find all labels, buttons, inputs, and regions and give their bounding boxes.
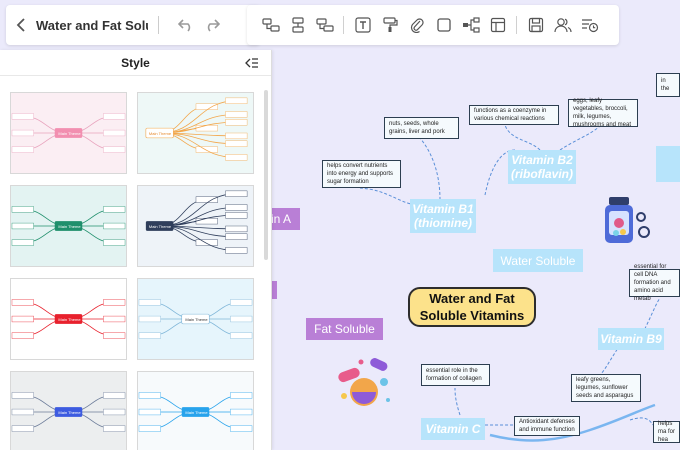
relationship-button[interactable] bbox=[457, 5, 484, 45]
theme-center-label: Main Theme bbox=[58, 410, 81, 415]
collapse-panel-icon[interactable] bbox=[245, 56, 259, 70]
theme-center-label: Main Theme bbox=[58, 317, 81, 322]
b9-sources-leaf[interactable]: leafy greens, legumes, sunflower seeds a… bbox=[571, 374, 641, 402]
title-bar: Water and Fat Solu... bbox=[6, 5, 260, 45]
back-button[interactable] bbox=[6, 5, 36, 45]
theme-thumbnail-light-blue[interactable]: Main Theme bbox=[137, 371, 254, 450]
theme-center-label: Main Theme bbox=[185, 410, 208, 415]
center-topic[interactable]: Water and Fat Soluble Vitamins bbox=[408, 287, 536, 327]
theme-center-label: Main Theme bbox=[58, 224, 81, 229]
style-panel: Style Main Theme Main Theme Main Theme Main… bbox=[0, 50, 272, 450]
divider bbox=[158, 16, 159, 34]
chevron-left-icon bbox=[16, 18, 25, 32]
b1-sources-leaf[interactable]: nuts, seeds, whole grains, liver and por… bbox=[384, 117, 459, 139]
b1-function-leaf[interactable]: helps convert nutrients into energy and … bbox=[322, 160, 401, 188]
document-title[interactable]: Water and Fat Solu... bbox=[36, 18, 148, 33]
redo-icon bbox=[207, 19, 220, 32]
theme-center-label: Main Theme bbox=[185, 317, 208, 322]
c-defense-leaf[interactable]: Antioxidant defenses and immune function bbox=[514, 416, 580, 436]
main-toolbar bbox=[247, 5, 619, 45]
b9-function-leaf[interactable]: essential for cell DNA formation and ami… bbox=[629, 264, 680, 302]
text-button[interactable] bbox=[349, 5, 376, 45]
theme-thumbnail-navy-floral[interactable]: Main Theme bbox=[137, 185, 254, 267]
style-panel-title: Style bbox=[121, 55, 150, 70]
theme-thumbnail-green-teal[interactable]: Main Theme bbox=[10, 185, 127, 267]
pill-bottle-illustration bbox=[600, 195, 652, 247]
redo-button[interactable] bbox=[199, 5, 225, 45]
theme-thumbnail-pink-floral[interactable]: Main Theme bbox=[10, 92, 127, 174]
vitamin-b2-node[interactable]: Vitamin B2 (riboflavin) bbox=[508, 150, 576, 184]
add-topic-button[interactable] bbox=[257, 5, 284, 45]
vitamin-c-node[interactable]: Vitamin C bbox=[421, 418, 485, 440]
floating-topic-icon bbox=[315, 18, 334, 32]
subtopic-icon bbox=[291, 17, 304, 33]
b2-function-leaf[interactable]: functions as a coenzyme in various chemi… bbox=[469, 105, 559, 125]
divider bbox=[516, 16, 517, 34]
layout-button[interactable] bbox=[484, 5, 511, 45]
relationship-icon bbox=[462, 17, 480, 33]
attachment-icon bbox=[410, 18, 424, 33]
layout-icon bbox=[490, 17, 505, 33]
shape-button[interactable] bbox=[430, 5, 457, 45]
vitamin-b9-node[interactable]: Vitamin B9 bbox=[598, 328, 664, 350]
save-icon bbox=[528, 17, 543, 33]
theme-center-label: Main Theme bbox=[148, 224, 172, 229]
c-right-leaf[interactable]: helps ma for hea bbox=[653, 421, 680, 443]
theme-thumbnail-teal-organic[interactable]: Main Theme bbox=[137, 92, 254, 174]
top-right-leaf[interactable]: in the bbox=[656, 73, 680, 97]
undo-icon bbox=[178, 19, 191, 32]
fat-soluble-node[interactable]: Fat Soluble bbox=[306, 318, 383, 340]
floating-topic-button[interactable] bbox=[311, 5, 338, 45]
b2-sources-leaf[interactable]: eggs, leafy vegetables, broccoli, milk, … bbox=[568, 98, 638, 128]
vitamin-b1-node[interactable]: Vitamin B1 (thiomine) bbox=[410, 199, 476, 233]
undo-button[interactable] bbox=[173, 5, 199, 45]
history-button[interactable] bbox=[576, 5, 603, 45]
shape-icon bbox=[436, 18, 451, 32]
theme-center-label: Main Theme bbox=[148, 131, 172, 136]
water-soluble-node[interactable]: Water Soluble bbox=[493, 249, 583, 272]
theme-thumbnail-red[interactable]: Main Theme bbox=[10, 278, 127, 360]
collaborators-icon bbox=[553, 18, 572, 33]
history-icon bbox=[581, 19, 598, 33]
purple-edge-marker bbox=[272, 281, 277, 299]
format-painter-button[interactable] bbox=[376, 5, 403, 45]
c-role-leaf[interactable]: essential role in the formation of colla… bbox=[421, 364, 490, 386]
pills-illustration bbox=[334, 352, 394, 410]
divider bbox=[343, 16, 344, 34]
collaborate-button[interactable] bbox=[549, 5, 576, 45]
panel-scrollbar[interactable] bbox=[264, 90, 268, 260]
topic-icon bbox=[261, 18, 280, 32]
theme-thumbnail-grey-blue[interactable]: Main Theme bbox=[10, 371, 127, 450]
add-subtopic-button[interactable] bbox=[284, 5, 311, 45]
style-panel-header: Style bbox=[0, 50, 271, 76]
format-painter-icon bbox=[382, 17, 398, 32]
attachment-button[interactable] bbox=[403, 5, 430, 45]
text-icon bbox=[354, 17, 371, 33]
save-button[interactable] bbox=[522, 5, 549, 45]
theme-center-label: Main Theme bbox=[58, 131, 81, 136]
vitamin-partial-node[interactable] bbox=[656, 146, 680, 182]
theme-thumbnail-sky-blue[interactable]: Main Theme bbox=[137, 278, 254, 360]
